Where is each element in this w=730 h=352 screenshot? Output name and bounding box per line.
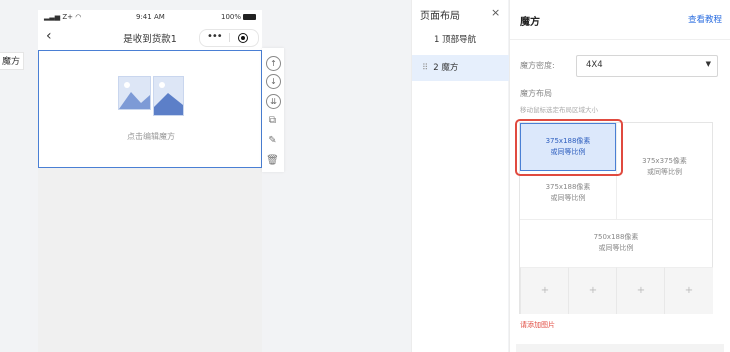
capsule-divider (229, 33, 230, 42)
battery-icon (243, 14, 256, 20)
add-cell-button[interactable]: + (520, 267, 569, 314)
cell-ratio-label: 或同等比例 (647, 168, 682, 176)
density-label: 魔方密度: (520, 61, 555, 70)
component-tag-label: 魔方 (2, 57, 21, 67)
image-upload-area[interactable] (516, 344, 724, 352)
cube-placeholder-text: 点击编辑魔方 (127, 132, 175, 141)
component-tag-cube[interactable]: 魔方 (0, 52, 24, 70)
cube-settings-panel: 魔方 查看教程 魔方密度: 4X4 ▼ 魔方布局 移动鼠标选定布局区域大小 37… (509, 0, 730, 352)
placeholder-image-icon (118, 76, 151, 110)
page-layout-panel: 页面布局 × 1 顶部导航 ⠿ 2 魔方 (411, 0, 519, 352)
delete-icon[interactable]: 🗑 (266, 154, 279, 167)
layout-cell-right[interactable]: 375x375像素 或同等比例 (616, 123, 712, 219)
phone-navbar: ‹ 是收到货款1 ••• (38, 24, 262, 50)
cell-size-label: 750x188像素 (593, 233, 639, 241)
cell-size-label: 375x188像素 (545, 183, 591, 191)
component-toolbar: ↑ ↓ ⇊ ⧉ ✎ 🗑 (262, 48, 284, 172)
layout-item-label: 2 魔方 (433, 63, 459, 73)
double-arrow-down-icon[interactable]: ⇊ (266, 94, 281, 109)
drag-handle-icon[interactable]: ⠿ (422, 63, 428, 73)
tutorial-link[interactable]: 查看教程 (688, 13, 722, 25)
signal-icon: ▂▃▅ (44, 13, 61, 21)
arrow-up-icon[interactable]: ↑ (266, 56, 281, 71)
cell-ratio-label: 或同等比例 (598, 244, 634, 252)
add-cell-button[interactable]: + (664, 267, 713, 314)
cube-layout-grid: 375x188像素 或同等比例 375x375像素 或同等比例 375x188像… (515, 119, 713, 314)
more-icon[interactable]: ••• (207, 30, 223, 44)
panel-title: 魔方 (520, 17, 540, 28)
mountain-image-icon (154, 82, 183, 115)
close-target-icon[interactable] (238, 33, 248, 43)
close-icon[interactable]: × (491, 6, 500, 19)
carrier-signal: ▂▃▅ Z+ ◠ (44, 13, 82, 21)
mini-program-capsule[interactable]: ••• (199, 29, 259, 47)
cell-ratio-label: 或同等比例 (550, 194, 586, 202)
mountain-image-icon (119, 82, 150, 109)
selection-highlight (515, 119, 623, 176)
cell-size-label: 375x375像素 (642, 157, 687, 165)
cube-component-preview[interactable]: 点击编辑魔方 (38, 50, 262, 168)
density-select[interactable]: 4X4 ▼ (576, 55, 718, 77)
layout-label: 魔方布局 (520, 89, 552, 98)
layout-cell-middle-left[interactable]: 375x188像素 或同等比例 (520, 171, 616, 219)
status-time: 9:41 AM (136, 13, 165, 21)
battery-status: 100% (221, 13, 256, 21)
arrow-down-icon[interactable]: ↓ (266, 74, 281, 89)
divider (510, 39, 730, 40)
layout-hint: 移动鼠标选定布局区域大小 (520, 106, 598, 114)
add-cell-button[interactable]: + (616, 267, 665, 314)
copy-icon[interactable]: ⧉ (266, 114, 279, 127)
phone-preview: ▂▃▅ Z+ ◠ 9:41 AM 100% ‹ 是收到货款1 ••• 点击编辑魔… (38, 10, 262, 352)
placeholder-image-icon (153, 76, 184, 116)
layout-panel-title: 页面布局 (420, 11, 460, 22)
add-cell-button[interactable]: + (568, 267, 617, 314)
add-image-hint: 请添加图片 (520, 321, 555, 329)
chevron-down-icon: ▼ (705, 60, 711, 68)
layout-item-cube[interactable]: ⠿ 2 魔方 (412, 55, 519, 81)
layout-cell-wide[interactable]: 750x188像素 或同等比例 (520, 219, 712, 267)
wifi-icon: ◠ (75, 13, 82, 21)
density-value: 4X4 (586, 60, 603, 70)
layout-item-label: 1 顶部导航 (434, 35, 477, 45)
edit-icon[interactable]: ✎ (266, 134, 279, 147)
status-bar: ▂▃▅ Z+ ◠ 9:41 AM 100% (38, 10, 262, 24)
